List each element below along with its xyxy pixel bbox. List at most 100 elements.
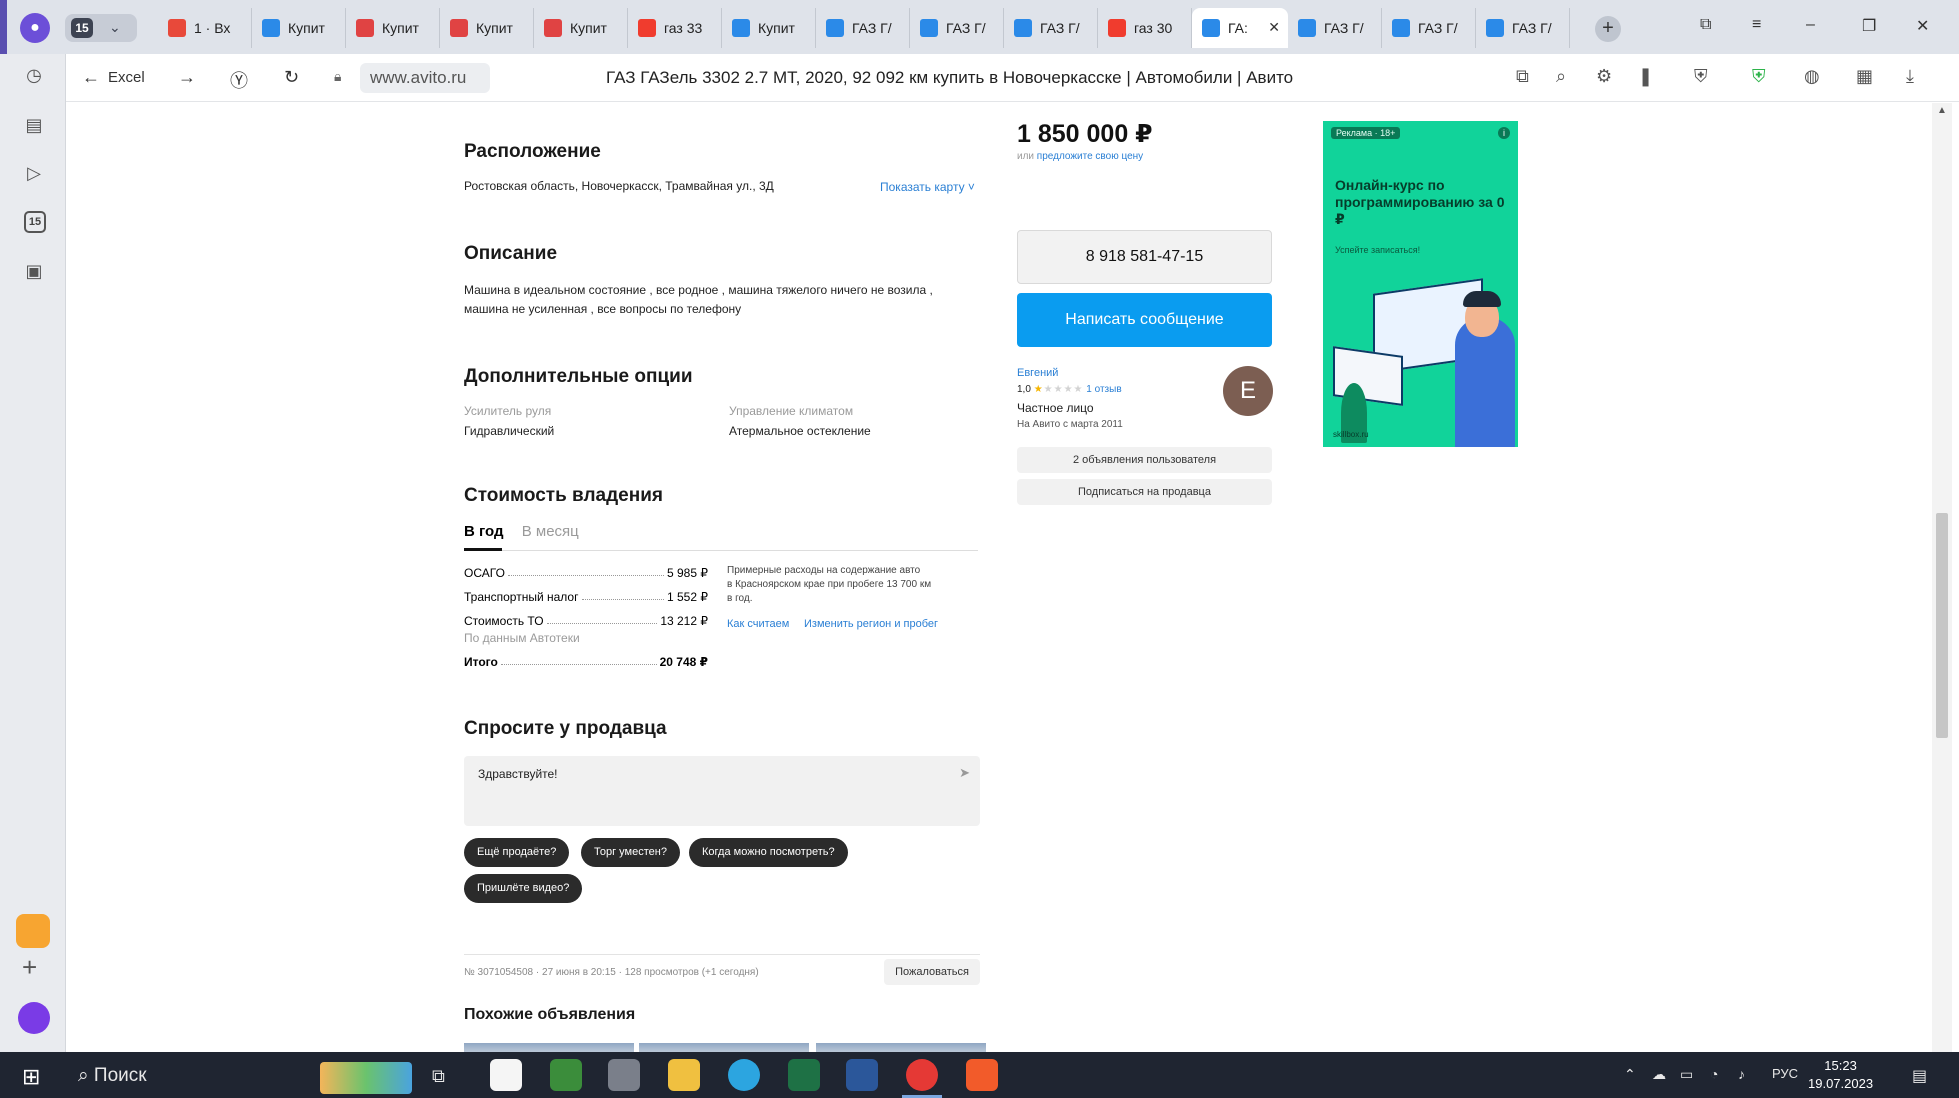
reviews-link[interactable]: 1 отзыв — [1086, 384, 1121, 395]
word-icon[interactable] — [846, 1059, 878, 1091]
alice-assistant-icon[interactable] — [18, 1002, 50, 1034]
phone-button[interactable]: 8 918 581-47-15 — [1017, 230, 1272, 284]
minimize-icon[interactable]: – — [1806, 16, 1815, 34]
show-map-link[interactable]: Показать карту ˅ — [880, 180, 975, 194]
yandex-browser-icon[interactable] — [906, 1059, 938, 1091]
taskbar-app-icon[interactable] — [550, 1059, 582, 1091]
taskbar-app-icon[interactable] — [490, 1059, 522, 1091]
close-tab-icon[interactable]: ✕ — [1268, 19, 1280, 36]
reader-icon[interactable]: ⌕ — [1556, 66, 1566, 87]
excel-icon[interactable] — [788, 1059, 820, 1091]
browser-tab[interactable]: Купит — [722, 8, 816, 48]
similar-thumb[interactable] — [464, 1043, 634, 1052]
reload-icon[interactable]: ↻ — [284, 67, 299, 88]
url-field[interactable]: www.avito.ru — [360, 63, 490, 93]
notification-icon[interactable]: ▤ — [1912, 1066, 1927, 1086]
ad-info-icon[interactable]: i — [1498, 127, 1510, 139]
quick-question-chip[interactable]: Торг уместен? — [581, 838, 680, 867]
browser-tab[interactable]: Купит — [252, 8, 346, 48]
seller-ads-button[interactable]: 2 объявления пользователя — [1017, 447, 1272, 473]
change-region-link[interactable]: Изменить регион и пробег — [804, 618, 938, 630]
close-window-icon[interactable]: ✕ — [1916, 16, 1929, 36]
onedrive-icon[interactable]: ☁ — [1652, 1066, 1666, 1083]
quick-question-chip[interactable]: Когда можно посмотреть? — [689, 838, 848, 867]
task-view-icon[interactable]: ⧉ — [432, 1066, 445, 1087]
ad-banner[interactable]: Реклама · 18+ i Онлайн-курс по программи… — [1323, 121, 1518, 447]
add-panel-icon[interactable]: + — [22, 952, 37, 983]
extension-icon[interactable]: ⚙ — [1596, 66, 1612, 87]
browser-tab[interactable]: Купит — [346, 8, 440, 48]
play-icon[interactable]: ▷ — [23, 162, 45, 184]
taskbar-search-label[interactable]: Поиск — [94, 1065, 147, 1086]
seller-avatar[interactable]: Е — [1223, 366, 1273, 416]
quick-question-chip[interactable]: Пришлёте видео? — [464, 874, 583, 903]
vpn-icon[interactable]: ◍ — [1804, 66, 1820, 87]
tray-chevron-icon[interactable]: ⌃ — [1624, 1066, 1636, 1083]
browser-tab[interactable]: ГАЗ Г/ — [1004, 8, 1098, 48]
language-indicator[interactable]: РУС — [1772, 1066, 1798, 1081]
similar-thumb[interactable] — [639, 1043, 809, 1052]
browser-tab[interactable]: газ 33 — [628, 8, 722, 48]
tab-counter-button[interactable]: 15 ⌄ — [65, 14, 137, 42]
browser-tab[interactable]: Купит — [440, 8, 534, 48]
tab-per-month[interactable]: В месяц — [522, 523, 579, 540]
browser-tab[interactable]: газ 30 — [1098, 8, 1192, 48]
restore-icon[interactable]: ❐ — [1862, 16, 1876, 36]
back-label[interactable]: Excel — [108, 69, 145, 86]
browser-tab[interactable]: ГАЗ Г/ — [910, 8, 1004, 48]
tabs-menu-icon[interactable]: ⧉ — [1700, 16, 1711, 34]
lock-icon[interactable]: 🔒︎ — [334, 68, 341, 85]
screenshot-icon[interactable]: ▣ — [23, 260, 45, 282]
hamburger-menu-icon[interactable]: ≡ — [1752, 16, 1761, 34]
option-value: Атермальное остекление — [729, 424, 871, 438]
profile-icon[interactable]: ● — [20, 13, 50, 43]
page-scrollbar[interactable]: ▲ — [1932, 103, 1952, 1052]
download-icon[interactable]: ⤓ — [1906, 66, 1914, 87]
write-message-button[interactable]: Написать сообщение — [1017, 293, 1272, 347]
report-button[interactable]: Пожаловаться — [884, 959, 980, 985]
taskbar-search[interactable]: ⌕ Поиск — [78, 1065, 147, 1087]
bookmark-icon[interactable]: ❚ — [1638, 66, 1653, 87]
protect-icon[interactable]: ⛨ — [1694, 66, 1708, 87]
offer-price-link[interactable]: предложите свою цену — [1037, 151, 1143, 162]
how-we-count-link[interactable]: Как считаем — [727, 618, 789, 630]
subscribe-seller-button[interactable]: Подписаться на продавца — [1017, 479, 1272, 505]
send-icon[interactable]: ➤ — [959, 765, 970, 781]
brave-icon[interactable] — [966, 1059, 998, 1091]
history-icon[interactable]: ◷ — [23, 64, 45, 86]
browser-tab[interactable]: ГА: ✕ — [1192, 8, 1288, 48]
new-tab-button[interactable]: + — [1595, 16, 1621, 42]
windows-start-icon[interactable]: ⊞ — [22, 1064, 40, 1090]
similar-thumb[interactable] — [816, 1043, 986, 1052]
clock[interactable]: 15:23 19.07.2023 — [1808, 1057, 1873, 1093]
battery-icon[interactable]: ▭ — [1680, 1066, 1693, 1083]
scrollbar-thumb[interactable] — [1936, 513, 1948, 738]
seller-name-link[interactable]: Евгений — [1017, 367, 1058, 379]
browser-tab[interactable]: ГАЗ Г/ — [816, 8, 910, 48]
scroll-up-icon[interactable]: ▲ — [1937, 105, 1947, 116]
shield-check-icon[interactable]: ⛨ — [1752, 66, 1766, 87]
wifi-icon[interactable]: ◔ — [1710, 1066, 1718, 1082]
collections-icon[interactable]: ▤ — [23, 114, 45, 136]
browser-tab[interactable]: 1 · Вх — [158, 8, 252, 48]
yandex-icon[interactable]: Ⓨ — [230, 67, 248, 93]
search-highlight-icon[interactable] — [320, 1062, 412, 1094]
forward-arrow-icon[interactable]: → — [178, 67, 196, 88]
quick-question-chip[interactable]: Ещё продаёте? — [464, 838, 570, 867]
translate-icon[interactable]: ⧉ — [1516, 66, 1529, 87]
telegram-icon[interactable] — [728, 1059, 760, 1091]
taskbar-app-icon[interactable] — [608, 1059, 640, 1091]
browser-tab[interactable]: ГАЗ Г/ — [1476, 8, 1570, 48]
tab-per-year[interactable]: В год — [464, 523, 504, 540]
message-text[interactable]: Здравствуйте! — [478, 767, 558, 781]
browser-tab[interactable]: Купит — [534, 8, 628, 48]
browser-tab[interactable]: ГАЗ Г/ — [1288, 8, 1382, 48]
tabs-badge-icon[interactable]: 15 — [24, 211, 46, 233]
volume-icon[interactable]: ♪ — [1738, 1066, 1745, 1082]
mail-icon[interactable] — [16, 914, 50, 948]
message-input[interactable]: Здравствуйте! ➤ — [464, 756, 980, 826]
browser-tab[interactable]: ГАЗ Г/ — [1382, 8, 1476, 48]
downloads-panel-icon[interactable]: ▦ — [1856, 66, 1873, 87]
file-explorer-icon[interactable] — [668, 1059, 700, 1091]
back-arrow-icon[interactable]: ← — [82, 67, 100, 88]
